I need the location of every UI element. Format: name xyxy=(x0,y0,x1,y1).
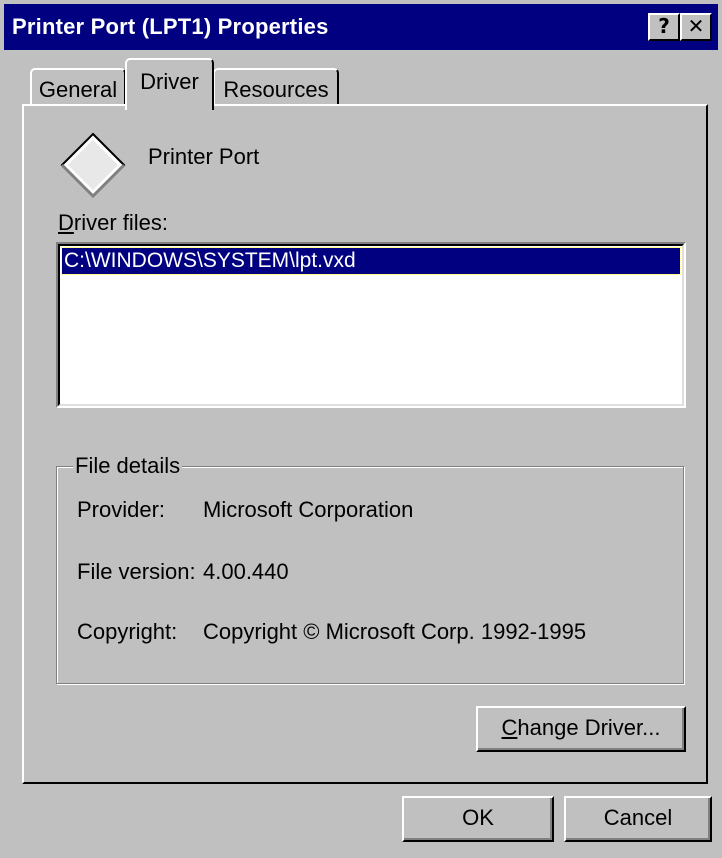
driver-tab-panel: Printer Port Driver files: C:\WINDOWS\SY… xyxy=(22,104,708,784)
copyright-label: Copyright: xyxy=(77,619,178,644)
properties-dialog: Printer Port (LPT1) Properties ? ✕ Gener… xyxy=(0,0,722,858)
file-details-group: File details Provider: Microsoft Corpora… xyxy=(56,453,684,684)
diamond-device-icon xyxy=(60,132,126,199)
tab-general[interactable]: General xyxy=(30,68,126,106)
close-button[interactable]: ✕ xyxy=(680,13,712,41)
cancel-button[interactable]: Cancel xyxy=(564,796,712,842)
help-button[interactable]: ? xyxy=(648,13,680,41)
close-icon: ✕ xyxy=(687,14,705,38)
driver-files-label-accel: D xyxy=(58,210,74,235)
provider-value: Microsoft Corporation xyxy=(203,497,414,522)
file-version-label: File version: xyxy=(77,559,196,584)
list-item[interactable]: C:\WINDOWS\SYSTEM\lpt.vxd xyxy=(61,247,681,275)
driver-files-list[interactable]: C:\WINDOWS\SYSTEM\lpt.vxd xyxy=(56,242,686,408)
tab-resources[interactable]: Resources xyxy=(213,68,339,106)
file-details-legend: File details xyxy=(73,453,183,479)
tab-driver[interactable]: Driver xyxy=(125,58,214,110)
cancel-button-label: Cancel xyxy=(603,805,673,830)
device-name: Printer Port xyxy=(148,144,260,169)
file-version-value: 4.00.440 xyxy=(203,559,289,584)
driver-files-label-text: river files: xyxy=(73,210,169,235)
change-driver-label: hange Driver... xyxy=(517,715,661,740)
window-title: Printer Port (LPT1) Properties xyxy=(12,14,329,39)
change-driver-accel: C xyxy=(501,715,518,740)
change-driver-button[interactable]: Change Driver... xyxy=(476,706,686,752)
tab-driver-label: Driver xyxy=(140,69,199,94)
tab-general-label: General xyxy=(38,77,118,102)
ok-button-label: OK xyxy=(462,805,494,830)
provider-label: Provider: xyxy=(77,497,166,522)
driver-files-label: Driver files: xyxy=(58,210,168,236)
copyright-value: Copyright © Microsoft Corp. 1992-1995 xyxy=(203,619,587,644)
title-bar[interactable]: Printer Port (LPT1) Properties ? ✕ xyxy=(4,4,718,50)
driver-files-list-frame: C:\WINDOWS\SYSTEM\lpt.vxd xyxy=(58,244,684,406)
ok-button[interactable]: OK xyxy=(402,796,554,842)
tab-resources-label: Resources xyxy=(223,77,329,102)
